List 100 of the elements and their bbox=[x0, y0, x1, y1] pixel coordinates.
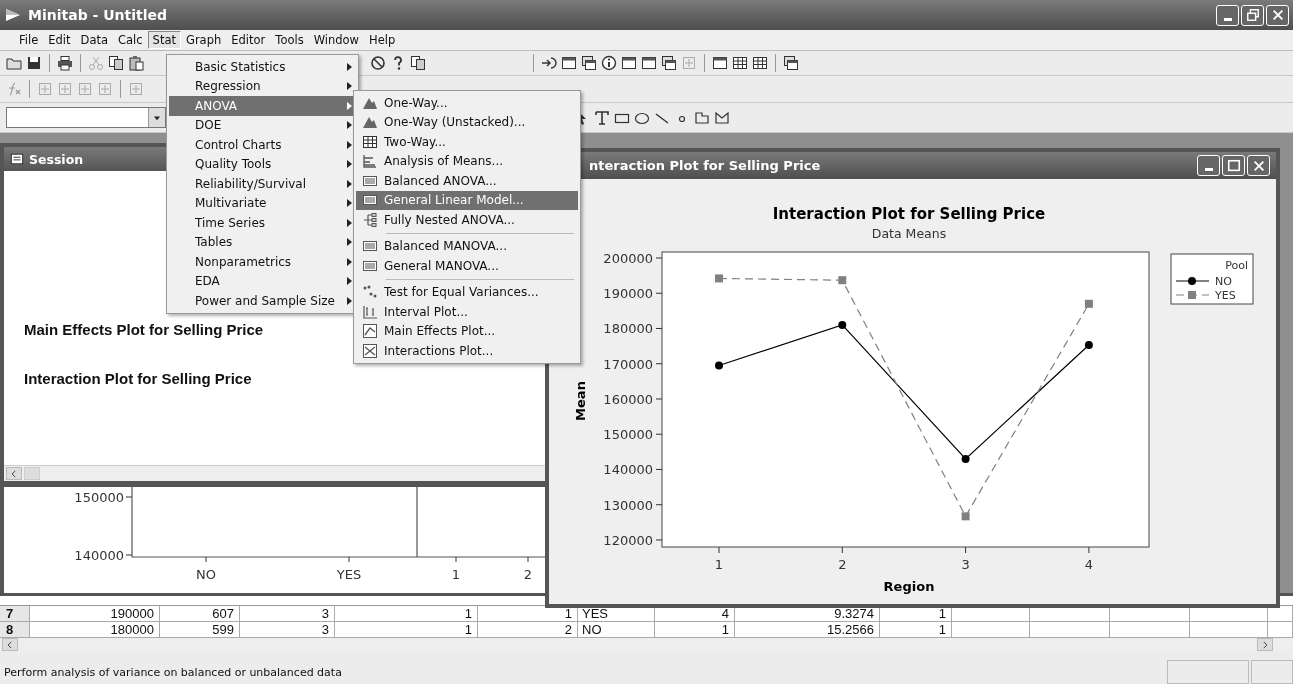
scroll-right-button[interactable] bbox=[1257, 638, 1273, 651]
window-icon[interactable] bbox=[621, 55, 637, 71]
minimize-icon bbox=[1204, 168, 1213, 171]
clipboard-icon[interactable] bbox=[128, 55, 144, 71]
windows-icon[interactable] bbox=[661, 55, 677, 71]
scrollbar-thumb[interactable] bbox=[24, 467, 40, 480]
axis-tick-label: 150000 bbox=[603, 427, 653, 443]
menu-item[interactable]: Window bbox=[308, 31, 364, 49]
maximize-button[interactable] bbox=[1222, 155, 1245, 176]
menu-item[interactable]: One-Way (Unstacked)... bbox=[356, 112, 578, 132]
minimize-button[interactable] bbox=[1216, 4, 1239, 26]
table-cell: NO bbox=[578, 622, 655, 637]
window-icon[interactable] bbox=[561, 55, 577, 71]
menu-item[interactable]: Graph bbox=[181, 31, 227, 49]
scroll-left-button[interactable] bbox=[6, 467, 22, 480]
menu-item[interactable]: Main Effects Plot... bbox=[356, 321, 578, 341]
menu-item[interactable]: General MANOVA... bbox=[356, 256, 578, 276]
minimize-button[interactable] bbox=[1197, 155, 1220, 176]
status-panel bbox=[1251, 660, 1293, 684]
menu-item[interactable]: Balanced MANOVA... bbox=[356, 236, 578, 256]
session-output-line: Main Effects Plot for Selling Price bbox=[24, 321, 264, 338]
menu-item[interactable]: Fully Nested ANOVA... bbox=[356, 210, 578, 230]
table-cell: 190000 bbox=[30, 606, 160, 621]
no-sign-icon[interactable] bbox=[370, 55, 386, 71]
axis-tick-label: 140000 bbox=[74, 548, 124, 563]
table-cell: 180000 bbox=[30, 622, 160, 637]
menu-item[interactable]: Interval Plot... bbox=[356, 302, 578, 322]
axis-tick-label: 1 bbox=[451, 567, 461, 582]
data-point bbox=[961, 512, 970, 521]
axis-tick-label: 160000 bbox=[603, 391, 653, 407]
menu-item[interactable]: Stat bbox=[147, 31, 181, 49]
menu-item[interactable]: Calc bbox=[113, 31, 148, 49]
tree-icon bbox=[362, 211, 378, 228]
arrow-icon[interactable] bbox=[541, 55, 557, 71]
menu-item[interactable]: One-Way... bbox=[356, 93, 578, 113]
polygon-icon[interactable] bbox=[714, 109, 730, 126]
axis-tick-label: 1 bbox=[714, 557, 724, 572]
menu-item[interactable]: Edit bbox=[43, 31, 76, 49]
axis-tick-label: 150000 bbox=[74, 490, 124, 505]
windows-icon[interactable] bbox=[581, 55, 597, 71]
axis-tick-label: 2 bbox=[838, 557, 847, 572]
table-cell: 15.2566 bbox=[735, 622, 880, 637]
table-cell: 1 bbox=[335, 606, 478, 621]
menu-item[interactable]: Data bbox=[75, 31, 113, 49]
window-title: nteraction Plot for Selling Price bbox=[589, 158, 822, 173]
data-point bbox=[1084, 341, 1093, 350]
window-icon[interactable] bbox=[712, 55, 728, 71]
row-number: 8 bbox=[0, 622, 30, 637]
text-tool-icon[interactable] bbox=[594, 109, 610, 126]
chart-subtitle: Data Means bbox=[871, 226, 947, 241]
legend-title: Pool bbox=[1225, 259, 1248, 272]
session-output-line: Interaction Plot for Selling Price bbox=[24, 370, 252, 387]
polygon-icon[interactable] bbox=[694, 109, 710, 126]
axis-tick-label: 190000 bbox=[603, 286, 653, 302]
table-cell: 1 bbox=[655, 622, 735, 637]
menu-item[interactable]: Help bbox=[364, 31, 401, 49]
close-button[interactable] bbox=[1247, 155, 1270, 176]
window-title: Minitab - Untitled bbox=[28, 7, 169, 23]
menu-item[interactable]: Editor bbox=[226, 31, 271, 49]
menu-item[interactable]: Two-Way... bbox=[356, 132, 578, 152]
restore-button[interactable] bbox=[1241, 4, 1264, 26]
axis-tick-label: 200000 bbox=[603, 251, 653, 266]
line-chart-icon bbox=[362, 323, 378, 340]
printer-icon[interactable] bbox=[57, 55, 73, 71]
chart-title: Interaction Plot for Selling Price bbox=[772, 205, 1046, 223]
copy-icon[interactable] bbox=[410, 55, 426, 71]
row-number: 7 bbox=[0, 606, 30, 621]
axis-tick-label: 130000 bbox=[603, 497, 653, 513]
menu-item[interactable]: General Linear Model... bbox=[356, 190, 578, 210]
menu-item[interactable]: Tools bbox=[270, 31, 309, 49]
windows-icon[interactable] bbox=[783, 55, 799, 71]
menu-item[interactable]: Analysis of Means... bbox=[356, 151, 578, 171]
close-icon bbox=[1270, 8, 1285, 22]
restore-icon bbox=[1245, 8, 1260, 22]
table-cell: 1 bbox=[335, 622, 478, 637]
table-cell: 2 bbox=[478, 622, 578, 637]
menu-item[interactable]: Basic Statistics bbox=[169, 57, 356, 77]
menu-item[interactable]: Balanced ANOVA... bbox=[356, 171, 578, 191]
menu-item[interactable]: Test for Equal Variances... bbox=[356, 282, 578, 302]
info-icon[interactable] bbox=[601, 55, 617, 71]
copy-icon[interactable] bbox=[108, 55, 124, 71]
data-point bbox=[715, 274, 723, 283]
bar-chart-icon bbox=[362, 153, 378, 170]
menu-item[interactable]: File bbox=[14, 31, 44, 49]
scroll-left-button[interactable] bbox=[2, 638, 18, 651]
axis-title: Mean bbox=[573, 381, 588, 421]
grid-icon[interactable] bbox=[752, 55, 768, 71]
status-text: Perform analysis of variance on balanced or unbalanced data bbox=[4, 664, 343, 679]
window-icon[interactable] bbox=[641, 55, 657, 71]
menu-item[interactable]: Interactions Plot... bbox=[356, 341, 578, 361]
combo-box[interactable] bbox=[6, 107, 166, 128]
data-point bbox=[1084, 299, 1093, 308]
axis-tick-label: NO bbox=[196, 567, 216, 582]
folder-icon[interactable] bbox=[6, 55, 22, 71]
close-button[interactable] bbox=[1266, 4, 1289, 26]
menu-item[interactable]: ANOVA bbox=[169, 96, 356, 116]
grid-icon[interactable] bbox=[732, 55, 748, 71]
table-cell: 3 bbox=[240, 622, 335, 637]
app-logo-icon bbox=[4, 7, 22, 23]
crossed-box-icon bbox=[362, 342, 378, 359]
